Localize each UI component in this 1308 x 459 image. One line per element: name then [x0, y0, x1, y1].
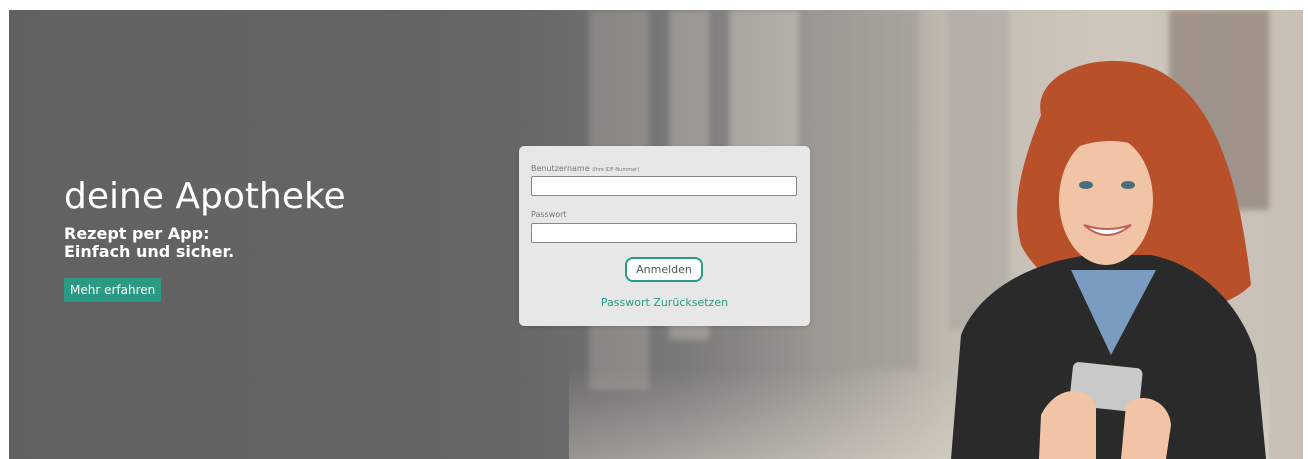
username-label: Benutzername (Ihre IDF-Nummer) [531, 164, 639, 173]
reset-password-link[interactable]: Passwort Zurücksetzen [519, 296, 810, 309]
username-label-text: Benutzername [531, 164, 590, 173]
hero-text: deine Apotheke Rezept per App: Einfach u… [64, 175, 346, 302]
login-form: Benutzername (Ihre IDF-Nummer) Passwort … [519, 146, 810, 326]
more-info-button[interactable]: Mehr erfahren [64, 278, 162, 302]
password-input[interactable] [531, 223, 797, 243]
hero-subtitle-line1: Rezept per App: [64, 224, 210, 243]
password-label: Passwort [531, 210, 567, 219]
username-hint: (Ihre IDF-Nummer) [592, 167, 640, 173]
hero-banner: deine Apotheke Rezept per App: Einfach u… [9, 10, 1303, 459]
login-button[interactable]: Anmelden [625, 257, 703, 282]
hero-title: deine Apotheke [64, 176, 346, 217]
username-input[interactable] [531, 176, 797, 196]
hero-subtitle: Rezept per App: Einfach und sicher. [64, 225, 346, 261]
hero-subtitle-line2: Einfach und sicher. [64, 242, 235, 261]
smiling-woman-with-smartphone-photo [951, 60, 1266, 459]
